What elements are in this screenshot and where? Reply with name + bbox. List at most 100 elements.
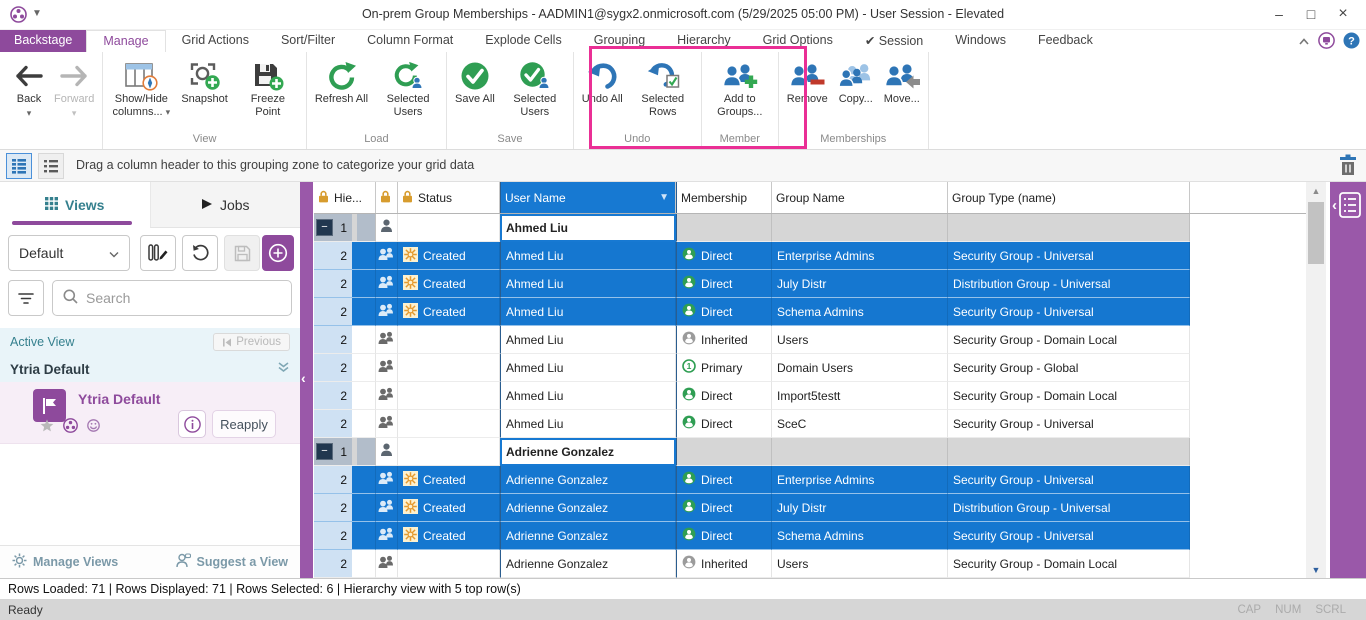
scroll-up-icon[interactable]: ▲	[1306, 182, 1326, 199]
tab-feedback[interactable]: Feedback	[1022, 30, 1109, 52]
copy-button[interactable]: Copy...	[833, 57, 879, 108]
grid-row[interactable]: −1Adrienne Gonzalez	[314, 438, 1306, 466]
column-header-user-name[interactable]: User Name▼	[500, 182, 676, 213]
save-view-button[interactable]	[224, 235, 260, 271]
selected-users-button[interactable]: Selected Users	[500, 57, 570, 120]
collapse-expander-icon[interactable]: −	[317, 220, 332, 235]
remove-button[interactable]: Remove	[782, 57, 833, 108]
grid-row[interactable]: −1Ahmed Liu	[314, 214, 1306, 242]
column-header-hie[interactable]: Hie...	[314, 182, 376, 213]
collapse-expander-icon[interactable]: −	[317, 444, 332, 459]
account-badge-icon[interactable]	[1318, 32, 1335, 52]
view-selector-dropdown[interactable]: Default	[8, 235, 130, 271]
tab-sort-filter[interactable]: Sort/Filter	[265, 30, 351, 52]
grid-row[interactable]: 2Adrienne GonzalezInheritedUsersSecurity…	[314, 550, 1306, 578]
grid-row[interactable]: 2Ahmed LiuDirectSceCSecurity Group - Uni…	[314, 410, 1306, 438]
refresh-all-button[interactable]: Refresh All	[310, 57, 373, 108]
manage-views-button[interactable]: Manage Views	[12, 553, 118, 571]
membership-direct-icon	[682, 415, 696, 432]
membership-direct-icon	[682, 471, 696, 488]
tab-column-format[interactable]: Column Format	[351, 30, 469, 52]
selected-users-button[interactable]: Selected Users	[373, 57, 443, 120]
add-to-groups-icon	[722, 59, 758, 93]
view-info-button[interactable]	[178, 410, 206, 438]
grid-header-row: Hie... StatusUser Name▼MembershipGroup Na…	[314, 182, 1306, 214]
grid-row[interactable]: 2Ahmed Liu1PrimaryDomain UsersSecurity G…	[314, 354, 1306, 382]
column-header-group-type-name[interactable]: Group Type (name)	[948, 182, 1190, 213]
tab-hierarchy[interactable]: Hierarchy	[661, 30, 747, 52]
tab-jobs[interactable]: Jobs	[150, 182, 301, 228]
previous-view-button[interactable]: Previous	[213, 333, 290, 351]
show-hide-columns-icon	[124, 59, 158, 93]
forward-button[interactable]: Forward▾	[49, 57, 99, 120]
grid-row[interactable]: 2CreatedAhmed LiuDirectJuly DistrDistrib…	[314, 270, 1306, 298]
sidebar-collapse-strip[interactable]: ‹	[300, 182, 313, 578]
tab-windows[interactable]: Windows	[939, 30, 1022, 52]
reapply-button[interactable]: Reapply	[212, 410, 276, 438]
back-button[interactable]: Back▾	[9, 57, 49, 120]
lock-icon	[380, 190, 391, 206]
add-to-groups-button[interactable]: Add to Groups...	[705, 57, 775, 120]
selected-rows-button[interactable]: Selected Rows	[628, 57, 698, 120]
view-card[interactable]: Ytria Default Reapply	[0, 382, 300, 444]
column-header-status[interactable]: Status	[398, 182, 500, 213]
tab-backstage[interactable]: Backstage	[0, 30, 86, 52]
suggest-view-button[interactable]: Suggest a View	[176, 553, 288, 571]
tab-manage[interactable]: Manage	[86, 30, 165, 52]
search-field[interactable]	[86, 290, 256, 306]
membership-type: Direct	[701, 529, 732, 543]
grid-row[interactable]: 2CreatedAhmed LiuDirectSchema AdminsSecu…	[314, 298, 1306, 326]
flat-view-icon[interactable]	[38, 153, 64, 179]
column-header-membership[interactable]: Membership	[676, 182, 772, 213]
scroll-down-icon[interactable]: ▼	[1306, 561, 1326, 578]
lock-icon	[402, 190, 413, 206]
grid-row[interactable]: 2Ahmed LiuDirectImport5testtSecurity Gro…	[314, 382, 1306, 410]
add-view-button[interactable]	[262, 235, 294, 271]
panel-toggle-icon[interactable]: ‹	[1332, 192, 1361, 218]
status-text: Created	[423, 249, 466, 263]
user-name: Ahmed Liu	[506, 361, 563, 375]
maximize-button[interactable]: □	[1296, 2, 1326, 26]
minimize-button[interactable]: –	[1264, 2, 1294, 26]
scrollbar-thumb[interactable]	[1308, 202, 1324, 264]
tab-grid-actions[interactable]: Grid Actions	[166, 30, 265, 52]
edit-views-button[interactable]	[140, 235, 176, 271]
tab-session[interactable]: ✔ Session	[849, 30, 939, 52]
filter-views-button[interactable]	[8, 280, 44, 316]
reset-view-button[interactable]	[182, 235, 218, 271]
vertical-scrollbar[interactable]: ▲ ▼	[1306, 182, 1326, 578]
right-side-panel[interactable]: ‹	[1330, 182, 1366, 578]
tab-grouping[interactable]: Grouping	[578, 30, 661, 52]
move-button[interactable]: Move...	[879, 57, 925, 108]
grid-row[interactable]: 2CreatedAdrienne GonzalezDirectSchema Ad…	[314, 522, 1306, 550]
hierarchy-view-icon[interactable]	[6, 153, 32, 179]
user-name: Adrienne Gonzalez	[506, 445, 614, 459]
show-hide-columns-button[interactable]: Show/Hide columns... ▾	[106, 57, 176, 120]
tab-explode-cells[interactable]: Explode Cells	[469, 30, 577, 52]
tab-grid-options[interactable]: Grid Options	[747, 30, 849, 52]
search-input[interactable]	[52, 280, 292, 316]
freeze-point-button[interactable]: Freeze Point	[233, 57, 303, 120]
trash-icon[interactable]	[1338, 154, 1358, 180]
column-header-blank[interactable]	[376, 182, 398, 213]
snapshot-button[interactable]: Snapshot	[176, 57, 232, 108]
ribbon-group-undo: Undo AllSelected RowsUndo	[574, 52, 702, 149]
collapse-section-icon[interactable]	[277, 362, 290, 376]
grid-row[interactable]: 2Ahmed LiuInheritedUsersSecurity Group -…	[314, 326, 1306, 354]
created-status-icon	[403, 527, 418, 545]
column-header-group-name[interactable]: Group Name	[772, 182, 948, 213]
sort-filter-arrow-icon[interactable]: ▼	[659, 192, 669, 203]
collapse-ribbon-icon[interactable]	[1298, 35, 1310, 49]
save-all-button[interactable]: Save All	[450, 57, 500, 108]
close-button[interactable]: ×	[1328, 2, 1358, 26]
favorite-star-icon[interactable]	[40, 419, 54, 435]
undo-all-button[interactable]: Undo All	[577, 57, 628, 108]
chevron-left-icon: ‹	[301, 370, 306, 386]
user-name: Ahmed Liu	[506, 221, 568, 235]
membership-direct-icon	[682, 499, 696, 516]
help-icon[interactable]: ?	[1343, 32, 1360, 52]
grid-row[interactable]: 2CreatedAhmed LiuDirectEnterprise Admins…	[314, 242, 1306, 270]
grid-row[interactable]: 2CreatedAdrienne GonzalezDirectEnterpris…	[314, 466, 1306, 494]
grid-row[interactable]: 2CreatedAdrienne GonzalezDirectJuly Dist…	[314, 494, 1306, 522]
tab-views[interactable]: Views	[0, 182, 150, 228]
